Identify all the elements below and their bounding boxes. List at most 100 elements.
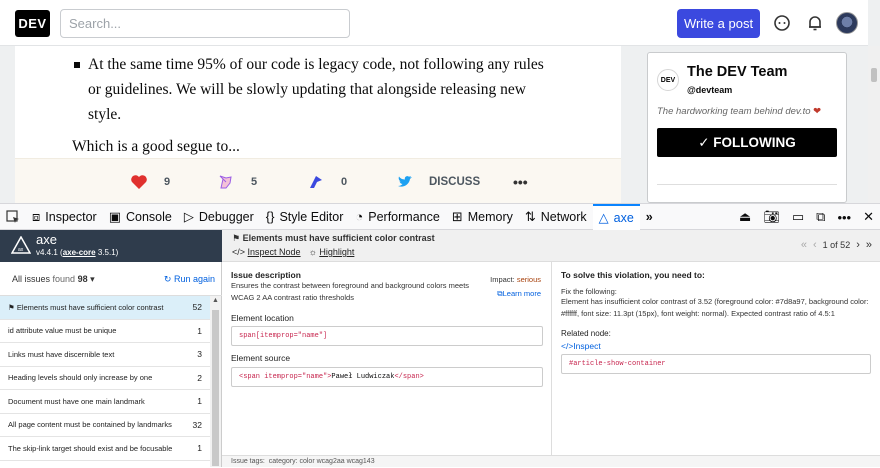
issue-actions: </> Inspect Node ☼ Highlight (232, 247, 354, 257)
issue-title: ⚑ Elements must have sufficient color co… (232, 233, 435, 243)
highlight-icon: ☼ (308, 247, 317, 257)
page-scrollbar[interactable] (868, 46, 880, 203)
related-node-label: Related node: (561, 329, 611, 338)
scrollbar-thumb[interactable] (212, 310, 219, 466)
first-page-icon[interactable]: « (801, 239, 807, 251)
list-item[interactable]: All page content must be contained by la… (0, 414, 210, 437)
tab-inspector[interactable]: ⧈ Inspector (26, 204, 103, 230)
dock-icon[interactable]: ⧉ (816, 209, 825, 225)
last-page-icon[interactable]: » (866, 239, 872, 251)
list-item[interactable]: Links must have discernible text 3 (0, 343, 210, 367)
screenshot-icon[interactable]: 📷︎ (763, 209, 780, 225)
pager-count: 1 of 52 (822, 240, 851, 250)
network-icon: ⇅ (524, 208, 536, 224)
list-item[interactable]: Heading levels should only increase by o… (0, 367, 210, 390)
heart-icon: ❤ (813, 106, 822, 117)
axe-title: axe (36, 232, 57, 247)
axe-icon: △ (598, 209, 609, 225)
scroll-up-icon[interactable]: ▲ (212, 297, 219, 304)
bookmark-icon (310, 175, 322, 188)
discuss-label: DISCUSS (429, 175, 481, 188)
tab-memory[interactable]: ⊞ Memory (446, 204, 519, 230)
all-issues-bar: All issues found 98 ▾ ↻ Run again (0, 262, 222, 296)
heart-icon (131, 174, 147, 189)
style-editor-icon: {} (265, 209, 275, 224)
refresh-icon: ↻ (163, 274, 172, 284)
unicorn-reaction[interactable]: 5 (217, 159, 257, 203)
following-button[interactable]: ✓ FOLLOWING (657, 128, 837, 157)
all-issues-dropdown[interactable]: All issues found 98 ▾ (12, 274, 95, 285)
issue-description-title: Issue description (231, 270, 301, 280)
heart-reaction[interactable]: 9 (130, 159, 170, 203)
tab-style-editor[interactable]: {} Style Editor (260, 204, 350, 230)
prev-page-icon[interactable]: ‹ (813, 239, 817, 251)
close-icon[interactable]: ✕ (863, 209, 874, 225)
avatar[interactable] (836, 12, 858, 34)
issue-list-scrollbar[interactable]: ▲ (210, 296, 221, 467)
highlight-button[interactable]: ☼ Highlight (309, 247, 355, 257)
learn-more-link[interactable]: ⧉Learn more (497, 289, 541, 299)
team-logo[interactable]: DEV (657, 69, 679, 91)
tab-network[interactable]: ⇅ Network (519, 204, 593, 230)
list-item[interactable]: ⚑ Elements must have sufficient color co… (0, 296, 210, 320)
code-icon: </> (561, 341, 574, 351)
team-name[interactable]: The DEV Team (687, 64, 787, 80)
flag-icon: ⚑ (8, 302, 17, 312)
toggle-split-console-icon[interactable]: ⏏ (739, 209, 751, 225)
bell-icon[interactable] (804, 12, 826, 34)
inspect-link[interactable]: </>Inspect (561, 341, 601, 351)
devtools-actions: ⏏ 📷︎ ▭ ⧉ ••• ✕ (739, 204, 874, 230)
chat-icon[interactable] (771, 12, 793, 34)
overflow-tabs-icon[interactable]: » (640, 204, 659, 230)
write-post-button[interactable]: Write a post (677, 9, 760, 38)
web-page: DEV Search... Write a post At the same t… (0, 0, 880, 203)
issues-pane: All issues found 98 ▾ ↻ Run again ⚑ Elem… (0, 262, 222, 467)
issue-description: Ensures the contrast between foreground … (231, 281, 470, 302)
list-item[interactable]: id attribute value must be unique 1 (0, 320, 210, 343)
impact-value: serious (516, 275, 541, 284)
list-item[interactable]: The skip-link target should exist and be… (0, 437, 210, 461)
article-bullet: At the same time 95% of our code is lega… (74, 52, 548, 127)
bookmark-count: 0 (341, 175, 348, 188)
scrollbar-thumb[interactable] (871, 68, 877, 82)
responsive-mode-icon[interactable]: ▭ (792, 209, 804, 225)
article-body: At the same time 95% of our code is lega… (15, 46, 621, 203)
element-location-code: span[itemprop="name"] (231, 326, 543, 346)
unicorn-icon (219, 175, 232, 188)
divider (657, 184, 837, 185)
element-source-title: Element source (231, 353, 291, 363)
performance-icon: ◔ (355, 209, 364, 224)
team-handle: @devteam (687, 85, 733, 95)
site-header: DEV Search... Write a post (0, 0, 868, 46)
issue-list: ⚑ Elements must have sufficient color co… (0, 296, 210, 461)
bookmark-reaction[interactable]: 0 (307, 159, 347, 203)
inspect-node-button[interactable]: </> Inspect Node (232, 247, 301, 257)
tab-performance[interactable]: ◔ Performance (349, 204, 445, 230)
tab-console[interactable]: ▣ Console (103, 204, 178, 230)
more-options-button[interactable]: ••• (513, 159, 528, 203)
next-page-icon[interactable]: › (856, 239, 860, 251)
issue-detail-pane: Issue description Ensures the contrast b… (222, 262, 552, 467)
tab-axe[interactable]: △ axe (592, 203, 640, 230)
element-picker-icon[interactable] (0, 204, 26, 230)
debugger-icon: ▷ (183, 208, 194, 224)
more-menu-icon[interactable]: ••• (837, 210, 851, 225)
run-again-button[interactable]: ↻ Run again (164, 274, 215, 285)
search-input[interactable]: Search... (60, 9, 350, 38)
heart-count: 9 (164, 175, 171, 188)
axe-core-link[interactable]: axe-core (63, 248, 96, 257)
flag-icon: ⚑ (232, 233, 241, 243)
issue-pager: « ‹ 1 of 52 › » (801, 239, 872, 251)
devtools-toolbar: ⧈ Inspector ▣ Console ▷ Debugger {} Style Ed… (0, 203, 880, 230)
list-item[interactable]: Document must have one main landmark 1 (0, 390, 210, 414)
reaction-bar: 9 5 0 DISCUSS ••• (15, 158, 621, 203)
inspector-icon: ⧈ (32, 208, 41, 224)
axe-header: ax axe v4.4.1 (axe-core 3.5.1) (0, 230, 222, 262)
fix-text: Element has insufficient color contrast … (561, 297, 869, 318)
unicorn-count: 5 (251, 175, 258, 188)
team-card: DEV The DEV Team @devteam The hardworkin… (647, 52, 847, 203)
dev-logo[interactable]: DEV (15, 10, 50, 37)
console-icon: ▣ (108, 208, 121, 224)
discuss-link[interactable]: DISCUSS (397, 159, 480, 203)
tab-debugger[interactable]: ▷ Debugger (178, 204, 260, 230)
